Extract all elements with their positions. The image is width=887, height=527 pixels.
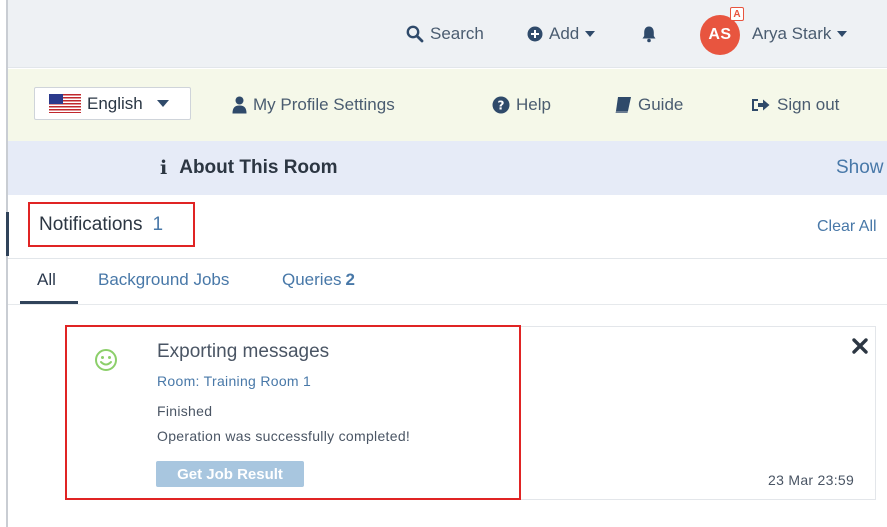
info-icon: i [160, 157, 168, 179]
caret-down-icon [156, 100, 169, 107]
book-icon [615, 97, 631, 113]
profile-settings-label: My Profile Settings [253, 95, 395, 114]
notifications-count: 1 [152, 213, 164, 235]
top-bar: Search Add AS A Arya Stark [8, 0, 887, 68]
notification-message: Operation was successfully completed! [157, 428, 411, 444]
divider [8, 258, 887, 259]
help-label: Help [516, 95, 551, 114]
about-room-title[interactable]: i About This Room [160, 157, 338, 179]
search-icon [406, 25, 424, 43]
caret-down-icon [585, 31, 596, 37]
add-menu-button[interactable]: Add [527, 22, 596, 46]
svg-text:?: ? [498, 99, 505, 113]
tab-background-jobs[interactable]: Background Jobs [98, 270, 229, 290]
notifications-heading: Notifications 1 [28, 202, 195, 247]
close-icon[interactable] [850, 336, 870, 356]
clear-all-link[interactable]: Clear All [817, 218, 877, 236]
tab-queries-label: Queries [282, 270, 342, 289]
about-room-bar: i About This Room Show [8, 141, 887, 195]
show-link[interactable]: Show [836, 157, 884, 179]
active-section-marker [6, 212, 9, 256]
avatar[interactable]: AS [700, 15, 740, 55]
sign-out-link[interactable]: Sign out [751, 93, 839, 117]
avatar-badge: A [730, 7, 744, 21]
notification-title: Exporting messages [157, 341, 330, 362]
sign-out-icon [752, 99, 770, 111]
language-label: English [87, 93, 143, 113]
bell-icon [642, 26, 656, 43]
avatar-initials: AS [708, 26, 732, 43]
guide-link[interactable]: Guide [614, 93, 683, 117]
help-link[interactable]: ? Help [492, 93, 551, 117]
tab-queries-count: 2 [345, 270, 355, 289]
us-flag-icon [49, 94, 81, 113]
caret-down-icon [837, 31, 848, 37]
tab-all[interactable]: All [37, 270, 56, 290]
about-room-label: About This Room [179, 157, 338, 178]
user-icon [232, 96, 247, 114]
search-label: Search [430, 24, 484, 43]
tab-all-label: All [37, 270, 56, 289]
secondary-toolbar: English My Profile Settings ? Help Guide… [8, 69, 887, 141]
get-job-result-button[interactable]: Get Job Result [156, 461, 304, 487]
notification-room-link[interactable]: Room: Training Room 1 [157, 373, 311, 389]
profile-settings-link[interactable]: My Profile Settings [232, 93, 395, 117]
user-name: Arya Stark [752, 24, 832, 43]
divider [8, 304, 887, 305]
search-button[interactable]: Search [406, 22, 484, 46]
guide-label: Guide [638, 95, 684, 114]
question-circle-icon: ? [492, 96, 510, 114]
plus-circle-icon [527, 26, 543, 42]
notification-status: Finished [157, 403, 213, 419]
add-label: Add [549, 24, 580, 43]
tab-background-jobs-label: Background Jobs [98, 270, 230, 289]
notifications-bell-button[interactable] [640, 22, 664, 46]
notifications-label: Notifications [39, 213, 143, 235]
language-select[interactable]: English [34, 87, 191, 120]
user-menu-button[interactable]: Arya Stark [752, 22, 848, 46]
smiley-icon [95, 349, 117, 371]
sign-out-label: Sign out [777, 95, 840, 114]
tab-queries[interactable]: Queries 2 [282, 270, 355, 290]
notification-timestamp: 23 Mar 23:59 [768, 472, 855, 488]
